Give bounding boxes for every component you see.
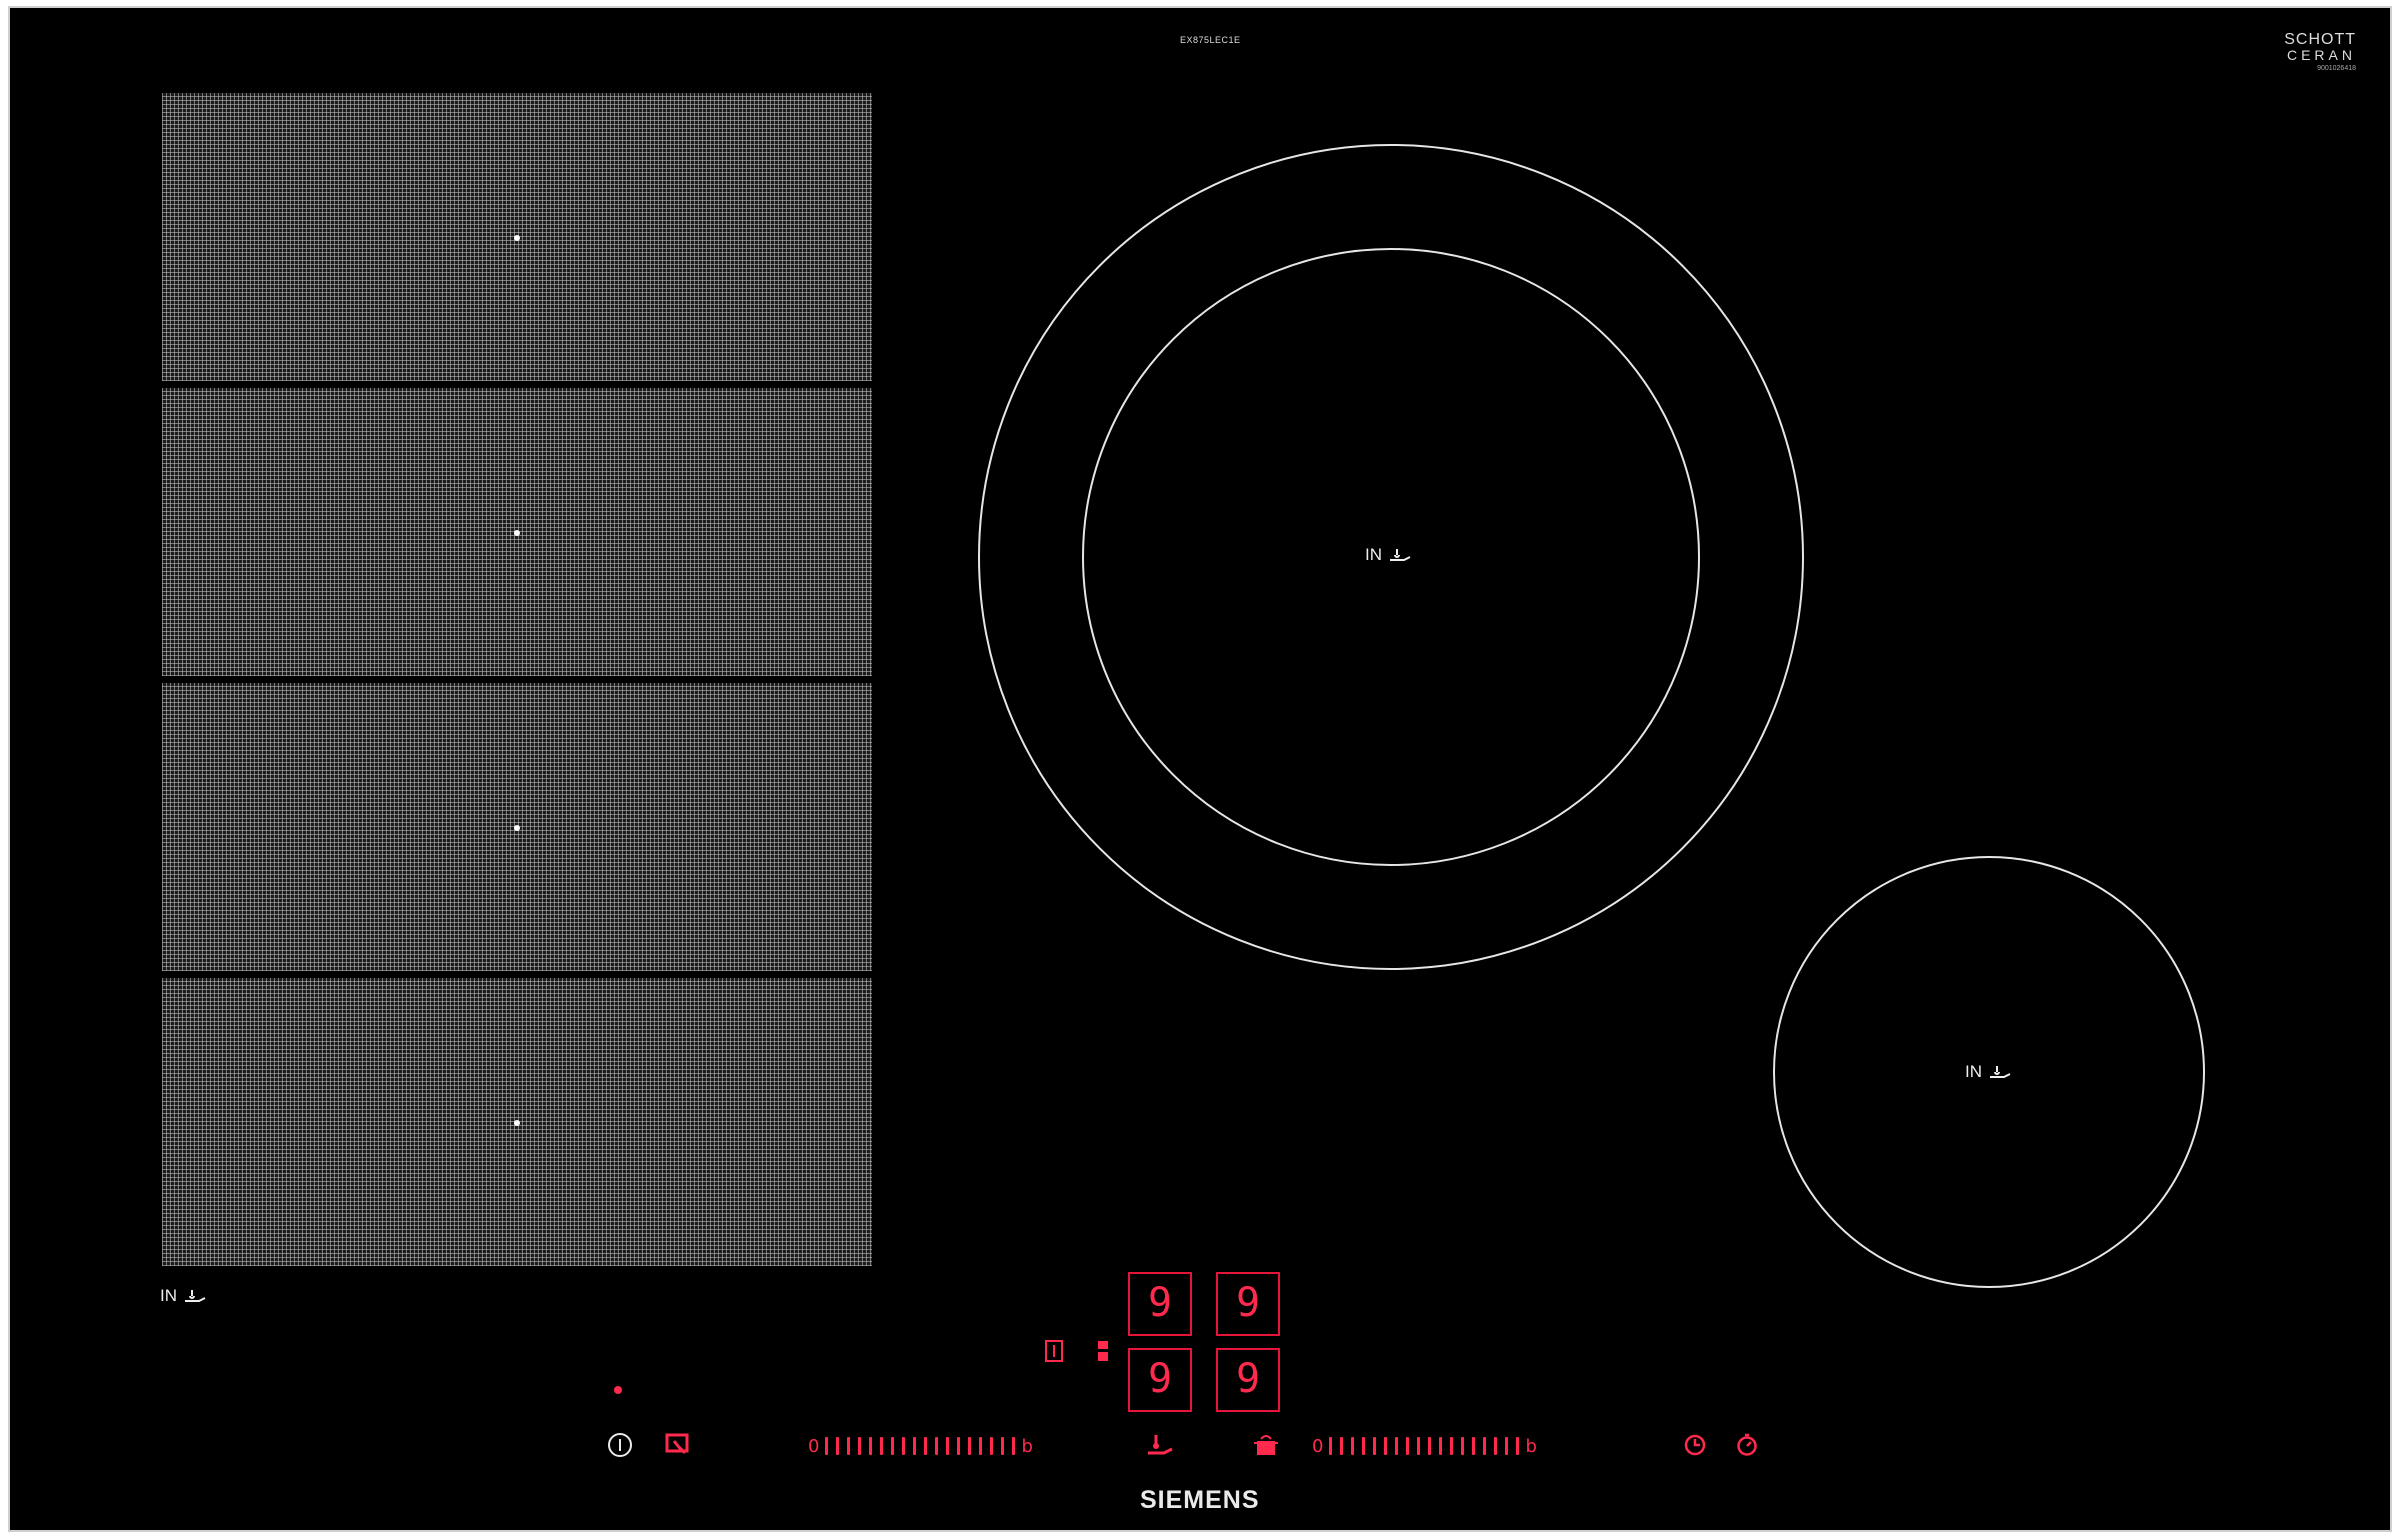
- slider-step[interactable]: [902, 1437, 906, 1455]
- power-slider-left[interactable]: 0 b: [808, 1434, 1033, 1458]
- zone-display-rear-left[interactable]: 9: [1128, 1272, 1192, 1336]
- flex-zone-section-3[interactable]: [162, 683, 872, 971]
- slider-step[interactable]: [1001, 1437, 1005, 1455]
- pan-sensor-icon: [183, 1288, 209, 1304]
- zone-center-dot: [514, 530, 520, 536]
- glass-brand-line2: CERAN: [2286, 47, 2356, 63]
- zone-center-dot: [514, 825, 520, 831]
- slider-step[interactable]: [1461, 1437, 1465, 1455]
- pan-sensor-icon: [1988, 1064, 2014, 1080]
- flex-zone-section-4[interactable]: [162, 978, 872, 1266]
- slider-step[interactable]: [880, 1437, 884, 1455]
- zone-display-front-left[interactable]: 9: [1128, 1348, 1192, 1412]
- slider-step[interactable]: [1340, 1437, 1344, 1455]
- slider-step[interactable]: [1505, 1437, 1509, 1455]
- slider-step[interactable]: [1428, 1437, 1432, 1455]
- zone-center-dot: [514, 1120, 520, 1126]
- slider-step[interactable]: [913, 1437, 917, 1455]
- slider-step[interactable]: [1012, 1437, 1016, 1455]
- slider-step[interactable]: [1483, 1437, 1487, 1455]
- flex-zone-section-2[interactable]: [162, 388, 872, 676]
- slider-step[interactable]: [1362, 1437, 1366, 1455]
- model-number: EX875LEC1E: [1180, 35, 1241, 45]
- zone-display-rear-right[interactable]: 9: [1216, 1272, 1280, 1336]
- slider-step[interactable]: [1472, 1437, 1476, 1455]
- slider-max-label: b: [1525, 1435, 1537, 1457]
- induction-hob-panel: EX875LEC1E SCHOTT CERAN 9001026418 IN IN…: [8, 6, 2392, 1532]
- slider-step[interactable]: [1516, 1437, 1520, 1455]
- zone-display-front-right[interactable]: 9: [1216, 1348, 1280, 1412]
- flex-zone-icon[interactable]: [1043, 1338, 1065, 1364]
- slider-step[interactable]: [825, 1437, 829, 1455]
- flex-zone-section-1[interactable]: [162, 93, 872, 381]
- power-icon[interactable]: [607, 1432, 633, 1458]
- slider-step[interactable]: [891, 1437, 895, 1455]
- slider-step[interactable]: [869, 1437, 873, 1455]
- slider-min-label: 0: [1312, 1435, 1324, 1457]
- stopwatch-icon[interactable]: [1734, 1432, 1760, 1458]
- slider-step[interactable]: [1417, 1437, 1421, 1455]
- slider-step[interactable]: [858, 1437, 862, 1455]
- slider-ticks[interactable]: [825, 1437, 1016, 1455]
- slider-step[interactable]: [1373, 1437, 1377, 1455]
- slider-step[interactable]: [1329, 1437, 1333, 1455]
- power-boost-icon[interactable]: [1252, 1432, 1280, 1458]
- slider-step[interactable]: [1494, 1437, 1498, 1455]
- frying-sensor-icon[interactable]: [1146, 1432, 1174, 1458]
- induction-label: IN: [160, 1286, 177, 1305]
- siemens-logo: SIEMENS: [1140, 1486, 1260, 1514]
- flex-zone-label: IN: [160, 1286, 209, 1306]
- large-zone-label: IN: [1365, 545, 1414, 565]
- slider-step[interactable]: [968, 1437, 972, 1455]
- zone-center-dot: [514, 235, 520, 241]
- slider-step[interactable]: [957, 1437, 961, 1455]
- slider-max-label: b: [1021, 1435, 1033, 1457]
- wipe-protection-icon[interactable]: [664, 1432, 692, 1458]
- standby-indicator: [614, 1386, 622, 1394]
- slider-step[interactable]: [836, 1437, 840, 1455]
- glass-brand-line1: SCHOTT: [2284, 31, 2356, 48]
- slider-step[interactable]: [1384, 1437, 1388, 1455]
- slider-step[interactable]: [1406, 1437, 1410, 1455]
- induction-label: IN: [1965, 1062, 1982, 1081]
- slider-step[interactable]: [1439, 1437, 1443, 1455]
- slider-ticks[interactable]: [1329, 1437, 1520, 1455]
- small-zone-label: IN: [1965, 1062, 2014, 1082]
- slider-step[interactable]: [946, 1437, 950, 1455]
- slider-step[interactable]: [979, 1437, 983, 1455]
- glass-serial: 9001026418: [2317, 65, 2356, 72]
- slider-step[interactable]: [935, 1437, 939, 1455]
- timer-icon[interactable]: [1682, 1432, 1708, 1458]
- slider-step[interactable]: [1450, 1437, 1454, 1455]
- glass-brand-logo: SCHOTT CERAN 9001026418: [2284, 31, 2356, 73]
- slider-step[interactable]: [924, 1437, 928, 1455]
- slider-step[interactable]: [1395, 1437, 1399, 1455]
- power-slider-right[interactable]: 0 b: [1312, 1434, 1537, 1458]
- slider-step[interactable]: [1351, 1437, 1355, 1455]
- slider-step[interactable]: [990, 1437, 994, 1455]
- combine-zones-icon[interactable]: [1094, 1338, 1112, 1364]
- slider-step[interactable]: [847, 1437, 851, 1455]
- induction-label: IN: [1365, 545, 1382, 564]
- slider-min-label: 0: [808, 1435, 820, 1457]
- pan-sensor-icon: [1388, 547, 1414, 563]
